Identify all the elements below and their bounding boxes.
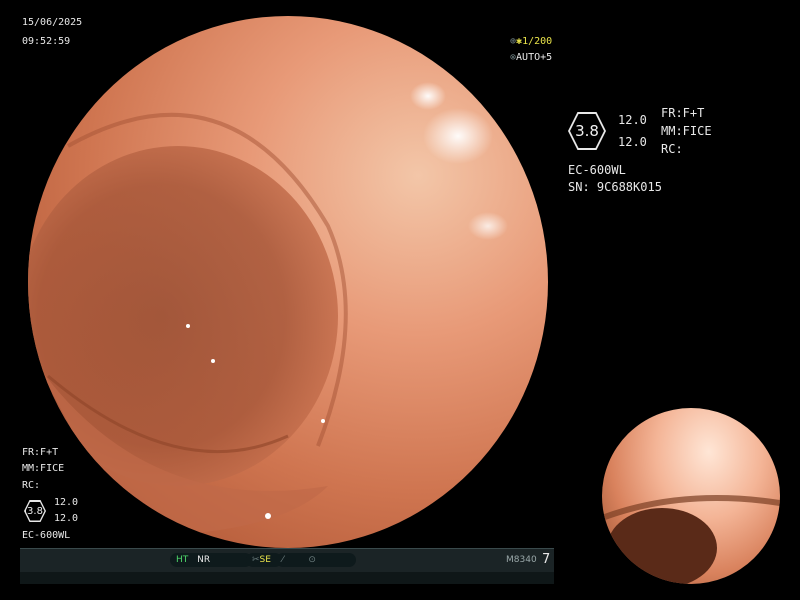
endoscope-main-view <box>28 16 548 548</box>
mucosa-image <box>28 82 508 536</box>
right-value-2: 12.0 <box>618 135 647 149</box>
record-icon: ⊙ <box>308 555 316 565</box>
zoom-badge: 3.8 <box>568 112 606 150</box>
slash-icon: ⁄ <box>282 555 284 565</box>
ht-label: HT <box>176 555 189 565</box>
shutter-value: 1/200 <box>522 36 553 47</box>
left-zoom-badge: 3.8 <box>24 500 46 522</box>
shutter-readout: ⊕✱1/200 <box>510 36 552 48</box>
left-value-1: 12.0 <box>54 497 79 508</box>
auto-readout: ⊗AUTO+5 <box>510 52 552 64</box>
right-fr: FR:F+T <box>661 106 705 120</box>
right-serial: SN: 9C688K015 <box>568 180 662 194</box>
right-value-1: 12.0 <box>618 113 647 127</box>
right-mm: MM:FICE <box>661 124 712 138</box>
mode-indicator: ⁄ ⊙ <box>276 553 356 567</box>
left-value-2: 12.0 <box>54 513 79 524</box>
date-text: 15/06/2025 <box>22 17 83 28</box>
status-bar: HT NR ✂SE ⁄ ⊙ M8340 7 <box>20 548 554 573</box>
right-rc: RC: <box>661 142 683 156</box>
pip-view <box>602 408 780 584</box>
auto-value: AUTO+5 <box>516 52 553 63</box>
left-mm: MM:FICE <box>22 463 65 474</box>
left-fr: FR:F+T <box>22 447 59 458</box>
left-zoom-badge-value: 3.8 <box>25 501 45 521</box>
se-label: SE <box>259 555 271 565</box>
pip-image <box>602 495 780 584</box>
left-rc: RC: <box>22 480 41 491</box>
status-bar-lower <box>20 572 554 584</box>
zoom-badge-value: 3.8 <box>570 114 604 148</box>
scissors-icon: ✂ <box>252 555 260 565</box>
ht-nr-indicator: HT NR <box>170 553 252 567</box>
left-scope-model: EC-600WL <box>22 530 71 541</box>
frame-number: 7 <box>542 552 551 567</box>
device-code: M8340 <box>506 555 537 565</box>
right-scope-model: EC-600WL <box>568 163 626 177</box>
nr-label: NR <box>197 555 211 565</box>
time-text: 09:52:59 <box>22 36 71 47</box>
